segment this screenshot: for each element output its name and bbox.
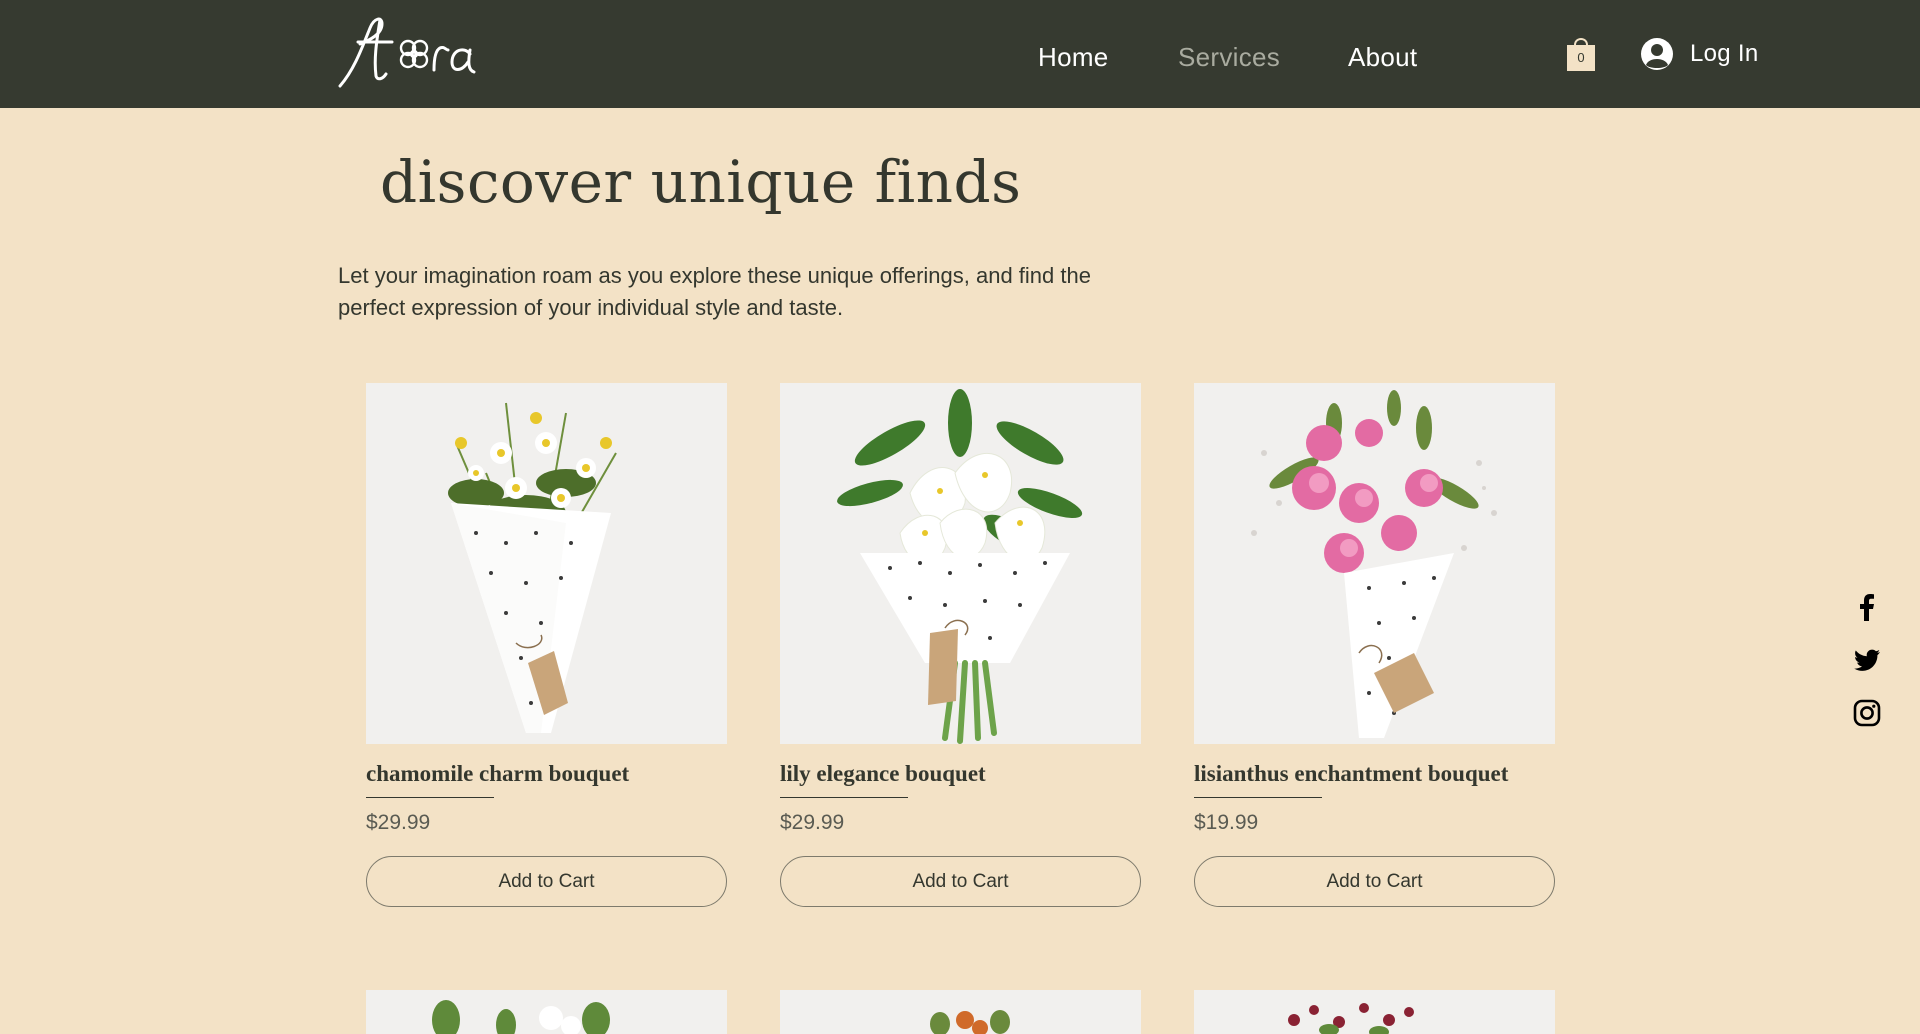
cart-button[interactable]: 0 [1566, 34, 1598, 74]
product-name[interactable]: lily elegance bouquet [780, 761, 986, 787]
facebook-icon[interactable] [1852, 592, 1882, 622]
user-avatar-icon [1641, 38, 1673, 70]
instagram-icon[interactable] [1852, 698, 1882, 728]
login-button[interactable]: Log In [1640, 36, 1759, 72]
product-price: $29.99 [780, 811, 845, 834]
product-image[interactable] [780, 990, 1141, 1034]
name-underline [1194, 797, 1322, 798]
add-to-cart-button[interactable]: Add to Cart [780, 856, 1141, 907]
product-price: $29.99 [366, 811, 431, 834]
product-price: $19.99 [1194, 811, 1259, 834]
product-name[interactable]: chamomile charm bouquet [366, 761, 629, 787]
name-underline [780, 797, 908, 798]
twitter-icon[interactable] [1852, 645, 1882, 675]
product-name[interactable]: lisianthus enchantment bouquet [1194, 761, 1508, 787]
cart-count: 0 [1577, 50, 1585, 65]
product-image[interactable] [780, 383, 1141, 744]
product-image[interactable] [366, 990, 727, 1034]
nav-services[interactable]: Services [1178, 42, 1280, 73]
product-image[interactable] [366, 383, 727, 744]
flora-logo[interactable] [336, 10, 486, 90]
login-label: Log In [1690, 40, 1759, 67]
name-underline [366, 797, 494, 798]
site-header: Home Services About 0 Log In [0, 0, 1920, 108]
nav-about[interactable]: About [1348, 42, 1417, 73]
product-image[interactable] [1194, 990, 1555, 1034]
add-to-cart-button[interactable]: Add to Cart [366, 856, 727, 907]
nav-home[interactable]: Home [1038, 42, 1109, 73]
intro-text: Let your imagination roam as you explore… [338, 263, 1091, 320]
product-image[interactable] [1194, 383, 1555, 744]
add-to-cart-button[interactable]: Add to Cart [1194, 856, 1555, 907]
page-title: discover unique finds [380, 148, 1022, 216]
